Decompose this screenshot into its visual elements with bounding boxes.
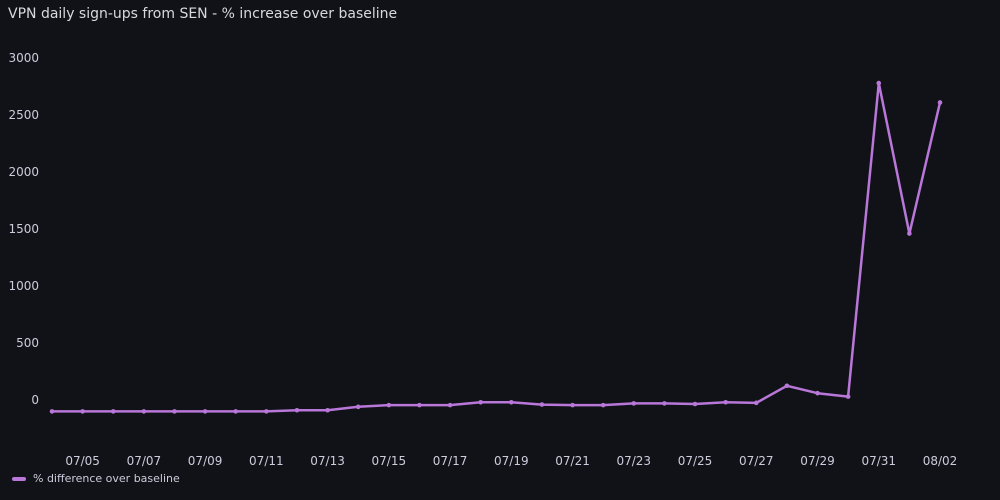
x-tick-label: 07/21: [555, 454, 590, 468]
chart-panel: VPN daily sign-ups from SEN - % increase…: [0, 0, 1000, 500]
data-point[interactable]: [539, 402, 545, 407]
x-tick-label: 07/29: [800, 454, 835, 468]
legend-item[interactable]: % difference over baseline: [12, 472, 180, 485]
data-point[interactable]: [478, 399, 483, 405]
x-tick-label: 07/07: [127, 454, 162, 468]
data-point[interactable]: [937, 100, 943, 105]
data-point[interactable]: [294, 407, 300, 413]
y-axis: 0 500 1000 1500 2000 2500 3000: [8, 51, 39, 407]
x-tick-label: 07/09: [188, 454, 223, 468]
y-tick-label: 500: [16, 336, 39, 350]
plot-area: [49, 80, 943, 414]
x-tick-label: 07/11: [249, 454, 284, 468]
data-point[interactable]: [570, 402, 575, 408]
data-point[interactable]: [876, 80, 882, 86]
data-point[interactable]: [753, 400, 759, 406]
x-tick-label: 07/17: [433, 454, 468, 468]
data-point[interactable]: [815, 390, 820, 396]
x-tick-label: 08/02: [923, 454, 958, 468]
x-tick-label: 07/27: [739, 454, 774, 468]
y-tick-label: 2000: [8, 165, 39, 179]
data-point[interactable]: [386, 402, 392, 408]
data-point[interactable]: [141, 409, 147, 414]
data-point[interactable]: [723, 399, 728, 405]
y-tick-label: 1000: [8, 279, 39, 293]
x-tick-label: 07/19: [494, 454, 529, 468]
x-tick-label: 07/25: [678, 454, 713, 468]
x-tick-label: 07/15: [372, 454, 407, 468]
data-point[interactable]: [233, 409, 239, 414]
data-point[interactable]: [80, 409, 85, 414]
line-chart: 0 500 1000 1500 2000 2500 3000 07/05 07/07 07/09…: [8, 51, 957, 468]
data-point[interactable]: [172, 409, 177, 414]
data-point[interactable]: [325, 407, 330, 413]
y-tick-label: 1500: [8, 222, 39, 236]
x-tick-label: 07/13: [310, 454, 345, 468]
data-point[interactable]: [600, 402, 606, 408]
data-point[interactable]: [784, 383, 790, 389]
x-tick-label: 07/05: [65, 454, 100, 468]
data-point[interactable]: [49, 409, 55, 414]
y-tick-label: 2500: [8, 108, 39, 122]
data-point[interactable]: [202, 409, 208, 414]
data-point[interactable]: [907, 231, 912, 236]
data-point[interactable]: [509, 399, 514, 405]
data-point[interactable]: [355, 404, 361, 410]
data-point[interactable]: [631, 401, 637, 406]
data-point[interactable]: [447, 402, 453, 408]
x-tick-label: 07/23: [616, 454, 651, 468]
data-point[interactable]: [845, 394, 851, 399]
y-tick-label: 3000: [8, 51, 39, 65]
data-point[interactable]: [417, 402, 422, 408]
data-point[interactable]: [264, 409, 269, 414]
legend-swatch: [12, 476, 26, 481]
data-point[interactable]: [692, 401, 698, 407]
legend-label: % difference over baseline: [33, 472, 180, 485]
x-axis: 07/05 07/07 07/09 07/11 07/13 07/15 07/17 07/19…: [65, 454, 957, 468]
data-point[interactable]: [110, 409, 116, 414]
y-tick-label: 0: [31, 393, 39, 407]
x-tick-label: 07/31: [861, 454, 896, 468]
series-line: [50, 81, 942, 413]
data-point[interactable]: [662, 401, 667, 406]
